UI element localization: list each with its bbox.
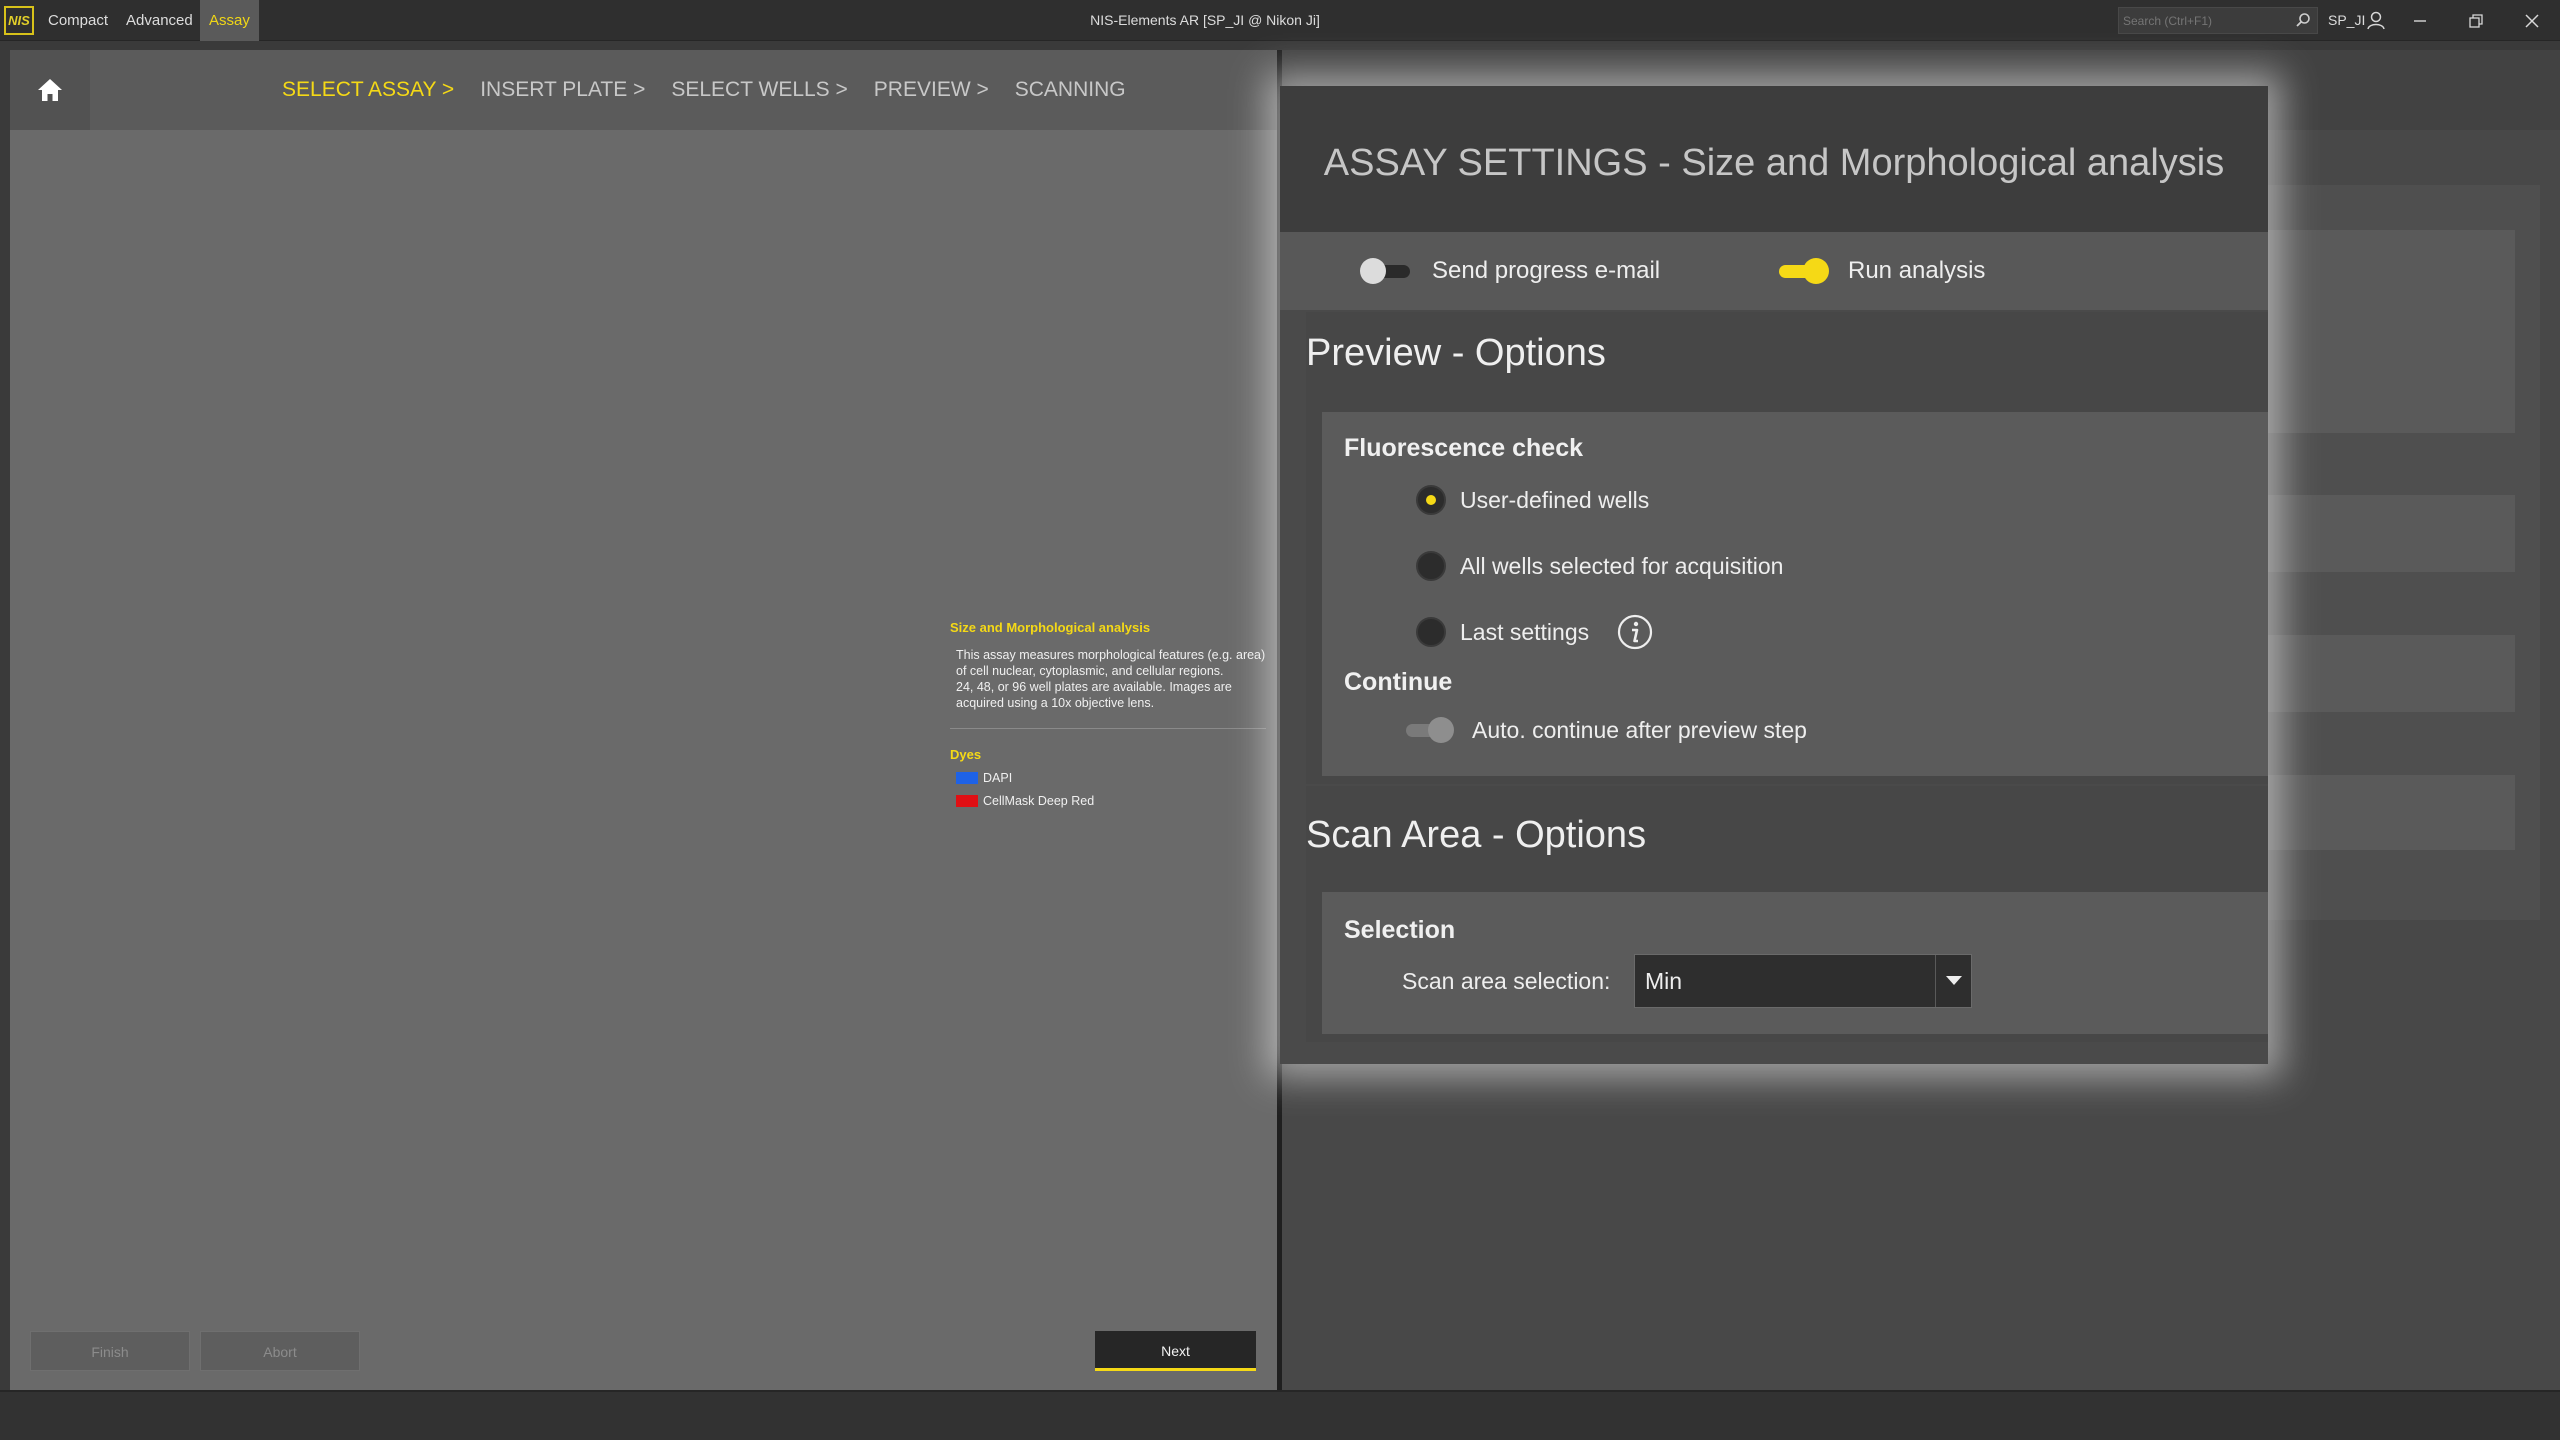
dialog-title: ASSAY SETTINGS - Size and Morphological … [1323,142,2225,184]
radio-user-defined-wells[interactable]: User-defined wells [1416,482,1649,518]
step-scanning[interactable]: SCANNING [1015,78,1126,102]
radio-label: User-defined wells [1460,486,1650,513]
chevron-down-icon [1945,976,1962,985]
search-box[interactable] [2118,7,2318,34]
info-icon[interactable] [1617,614,1653,650]
preview-options-section: Preview - Options Fluorescence check Use… [1306,312,2268,784]
selection-group: Selection Scan area selection: Min [1322,892,2268,1034]
auto-continue-label: Auto. continue after preview step [1472,717,1807,743]
window-title: NIS-Elements AR [SP_JI @ Nikon Ji] [1090,12,1320,28]
dye-item: DAPI [956,771,1266,785]
toggle-knob [1360,258,1386,284]
dye-color-swatch [956,772,978,784]
run-analysis-toggle[interactable] [1775,258,1829,284]
dye-item: CellMask Deep Red [956,794,1266,808]
preview-group-wrap: Fluorescence check User-defined wells Al… [1306,412,2268,776]
minimize-button[interactable] [2392,0,2448,41]
auto-continue-toggle[interactable] [1402,717,1456,743]
dye-color-swatch [956,795,978,807]
run-analysis-label: Run analysis [1848,257,1986,284]
home-button[interactable] [10,50,90,130]
toggle-knob [1428,717,1454,743]
radio-last-settings[interactable]: Last settings [1416,614,1653,650]
fluorescence-title: Fluorescence check [1344,434,1584,462]
selection-title: Selection [1344,916,1456,944]
abort-button[interactable]: Abort [200,1331,360,1371]
close-icon [2525,13,2539,28]
radio-label: All wells selected for acquisition [1460,552,1784,579]
radio-button[interactable] [1416,617,1446,647]
restore-button[interactable] [2448,0,2504,41]
step-select-wells[interactable]: SELECT WELLS > [671,78,847,102]
assay-description: This assay measures morphological featur… [956,648,1266,710]
wizard-steps: SELECT ASSAY > INSERT PLATE > SELECT WEL… [282,50,1152,130]
assay-info: Size and Morphological analysis This ass… [950,620,1266,808]
toggle-knob [1803,258,1829,284]
preview-section-title: Preview - Options [1306,332,1606,374]
assay-title: Size and Morphological analysis [950,620,1151,635]
continue-title: Continue [1344,668,1453,696]
assay-wizard-panel: SELECT ASSAY > INSERT PLATE > SELECT WEL… [10,50,1277,1390]
radio-all-wells[interactable]: All wells selected for acquisition [1416,548,1783,584]
dropdown-button[interactable] [1935,955,1971,1007]
radio-button[interactable] [1416,485,1446,515]
scan-section-title: Scan Area - Options [1306,814,1647,856]
dyes-title: Dyes [950,747,982,762]
scan-area-select[interactable]: Min [1634,954,1972,1008]
step-select-assay[interactable]: SELECT ASSAY > [282,78,454,102]
toggles-row: Send progress e-mail Run analysis [1280,232,2268,310]
search-icon[interactable] [2295,12,2311,28]
fluorescence-group: Fluorescence check User-defined wells Al… [1322,412,2268,776]
status-bar [0,1390,2560,1440]
send-email-label: Send progress e-mail [1432,257,1661,284]
send-email-toggle[interactable] [1360,258,1414,284]
dye-name: DAPI [983,771,1013,785]
info-divider [950,728,1266,729]
radio-button[interactable] [1416,551,1446,581]
title-bar: NIS Compact Advanced Assay NIS-Elements … [0,0,2560,41]
scan-area-section: Scan Area - Options Selection Scan area … [1306,786,2268,1042]
next-button[interactable]: Next [1095,1331,1256,1371]
wizard-step-bar: SELECT ASSAY > INSERT PLATE > SELECT WEL… [10,50,1277,130]
finish-button[interactable]: Finish [30,1331,190,1371]
radio-label: Last settings [1460,618,1590,645]
user-name: SP_JI [2328,12,2366,28]
close-button[interactable] [2504,0,2560,41]
minimize-icon [2414,19,2426,22]
step-insert-plate[interactable]: INSERT PLATE > [480,78,645,102]
assay-settings-dialog: ASSAY SETTINGS - Size and Morphological … [1280,86,2268,1064]
user-icon[interactable] [2366,10,2386,30]
restore-icon [2469,13,2483,28]
dialog-header: ASSAY SETTINGS - Size and Morphological … [1280,86,2268,232]
scan-area-label: Scan area selection: [1402,968,1611,994]
dye-name: CellMask Deep Red [983,794,1095,808]
search-input[interactable] [2123,10,2291,31]
scan-area-value: Min [1645,968,1683,994]
step-preview[interactable]: PREVIEW > [874,78,989,102]
home-icon [38,79,62,101]
